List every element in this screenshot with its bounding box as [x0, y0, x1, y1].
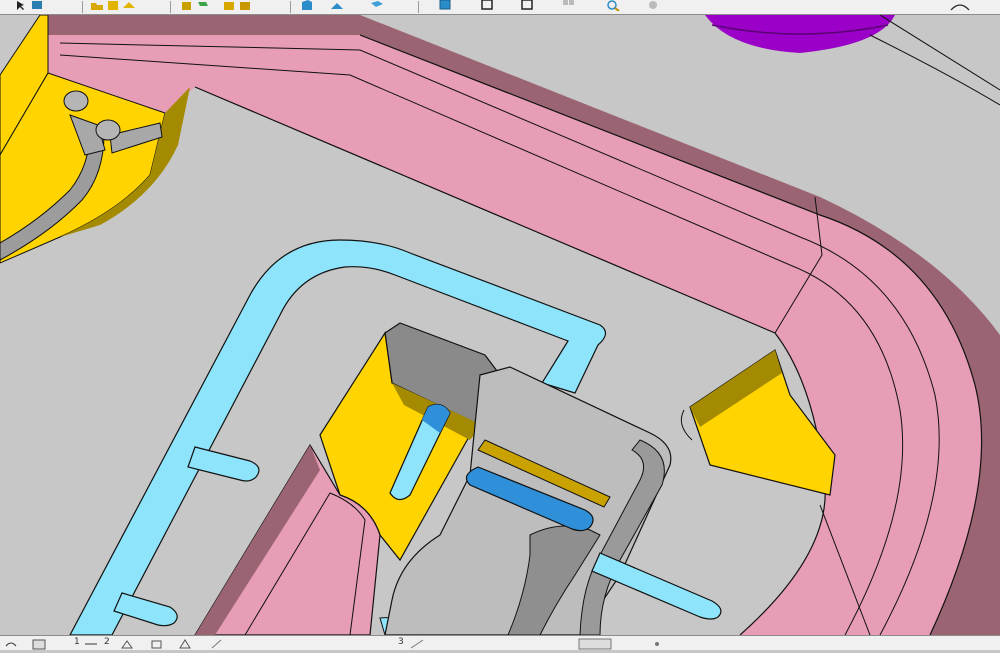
toolbar-separator	[170, 1, 171, 13]
layer-2-label: 2	[104, 637, 110, 647]
bottom-toolbar: 1 2 3	[0, 635, 1000, 650]
zoom-icon[interactable]	[480, 0, 494, 11]
tilt-icon[interactable]	[120, 638, 134, 650]
select-icon[interactable]	[4, 638, 18, 650]
layer-2-icon[interactable]	[84, 638, 98, 650]
shape-icon[interactable]	[150, 638, 164, 650]
layer-1-icon[interactable]	[32, 638, 46, 650]
wire-icon[interactable]	[578, 638, 612, 650]
grid-icon[interactable]	[438, 0, 452, 11]
folder-open-icon[interactable]	[646, 0, 660, 11]
mold-model-view[interactable]	[0, 15, 1000, 635]
triangle-icon[interactable]	[178, 638, 192, 650]
cube-front-icon[interactable]	[196, 0, 210, 11]
folder-icon[interactable]	[606, 0, 620, 12]
rotate-icon[interactable]	[520, 0, 534, 11]
cube-iso-icon[interactable]	[238, 0, 252, 11]
view-front-icon[interactable]	[300, 0, 314, 11]
view-right-icon[interactable]	[370, 0, 384, 11]
layer-1-label: 1	[74, 637, 80, 647]
toolbar-separator	[418, 1, 419, 13]
view-icon[interactable]	[410, 638, 424, 650]
arc-icon[interactable]	[950, 0, 970, 11]
runner-gate-2	[95, 119, 121, 141]
toolbar-separator	[290, 1, 291, 13]
open-folder-icon[interactable]	[90, 0, 104, 11]
move-icon[interactable]	[30, 0, 44, 11]
runner-gate-1	[63, 90, 89, 112]
3d-viewport[interactable]	[0, 15, 1000, 635]
box-icon[interactable]	[180, 0, 194, 11]
pen-icon[interactable]	[210, 638, 224, 650]
layer-3-label: 3	[398, 637, 404, 647]
toolbar-separator	[82, 1, 83, 13]
view-top-icon[interactable]	[330, 0, 344, 11]
top-toolbar	[0, 0, 1000, 15]
cube-side-icon[interactable]	[222, 0, 236, 11]
measure-icon[interactable]	[562, 0, 576, 11]
point-icon[interactable]	[650, 638, 664, 650]
layer-icon[interactable]	[122, 0, 136, 11]
pointer-icon[interactable]	[14, 0, 28, 11]
save-icon[interactable]	[106, 0, 120, 11]
